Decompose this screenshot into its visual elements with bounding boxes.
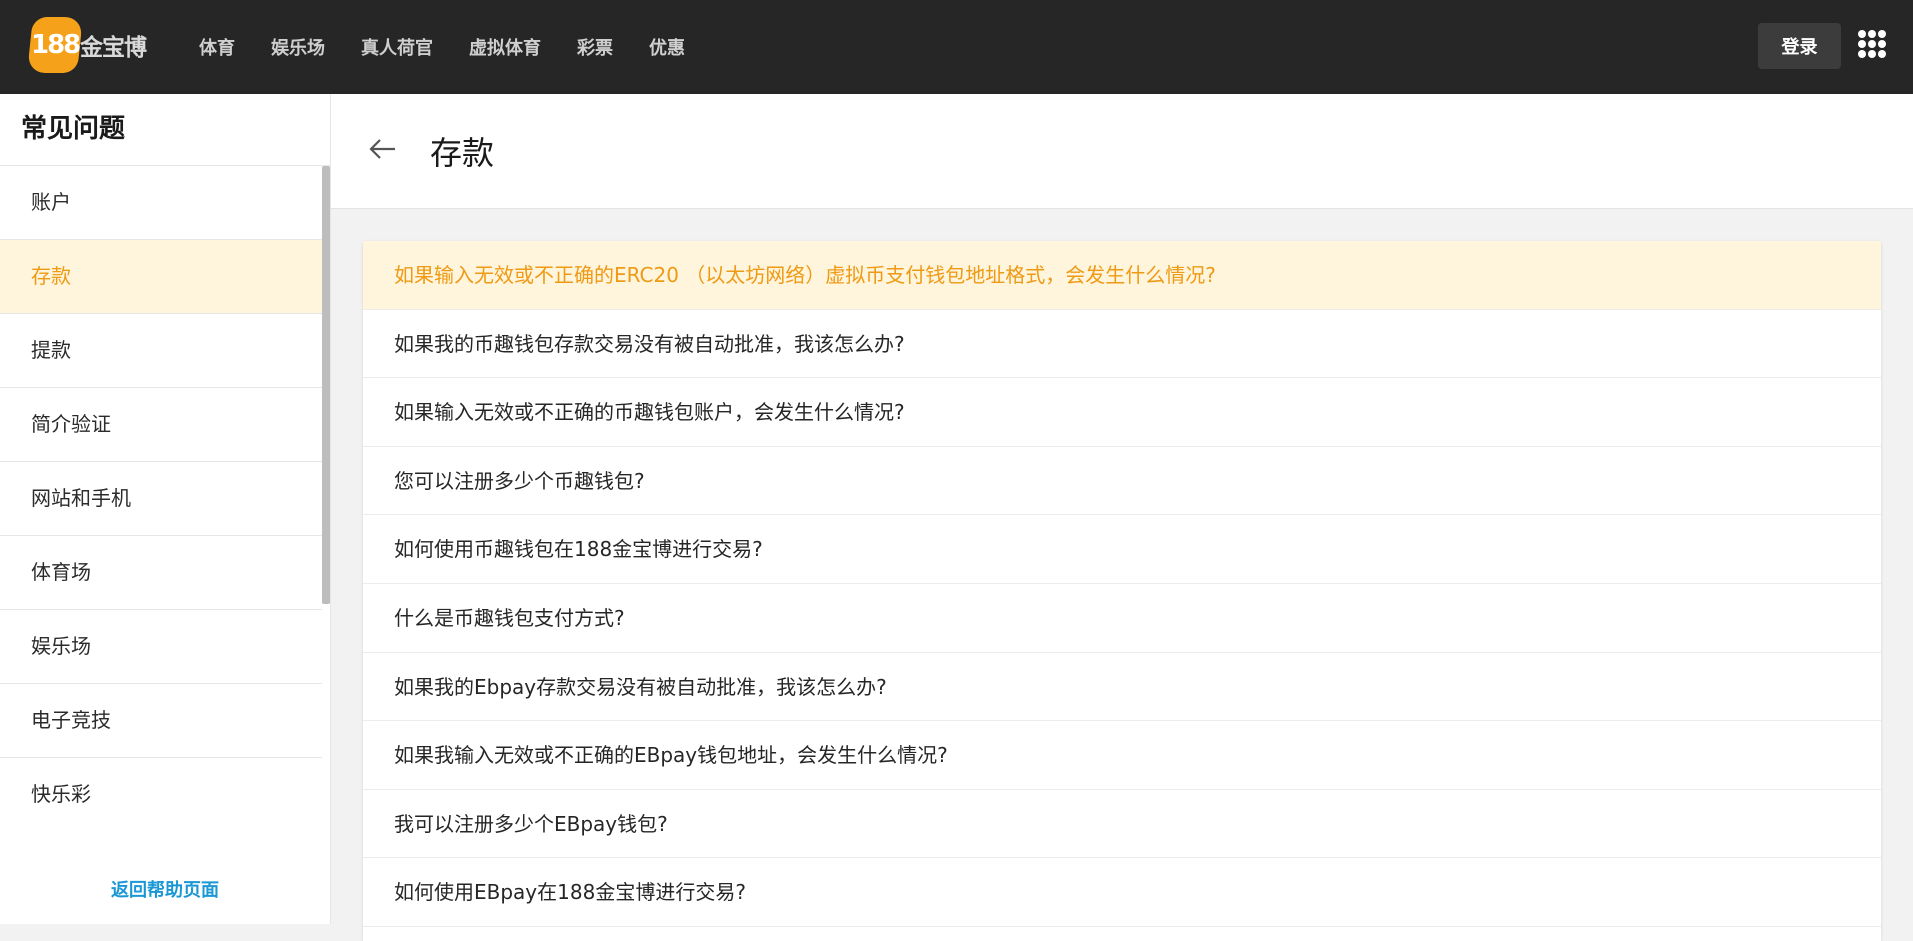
grid-dot [1858, 40, 1866, 48]
faq-item[interactable]: 如何使用币趣钱包在188金宝博进行交易? [363, 515, 1881, 584]
sidebar-item-casino[interactable]: 娱乐场 [0, 610, 322, 684]
faq-item[interactable]: 如果我的币趣钱包存款交易没有被自动批准，我该怎么办? [363, 310, 1881, 379]
grid-dot [1868, 40, 1876, 48]
nav-item-casino[interactable]: 娱乐场 [271, 34, 325, 60]
faq-sidebar: 常见问题 账户 存款 提款 简介验证 网站和手机 体育场 娱乐场 电子竞技 快乐… [0, 94, 331, 924]
back-to-help-link[interactable]: 返回帮助页面 [0, 876, 330, 902]
main-nav: 体育 娱乐场 真人荷官 虚拟体育 彩票 优惠 [199, 0, 721, 94]
grid-dot [1878, 30, 1886, 38]
faq-item[interactable]: 如果输入无效或不正确的ERC20 （以太坊网络）虚拟币支付钱包地址格式，会发生什… [363, 241, 1881, 310]
nav-item-lottery[interactable]: 彩票 [577, 34, 613, 60]
page-title: 存款 [430, 134, 495, 172]
faq-item[interactable]: 如果输入无效或不正确的币趣钱包账户，会发生什么情况? [363, 378, 1881, 447]
nav-item-virtual-sports[interactable]: 虚拟体育 [469, 34, 541, 60]
nav-item-sports[interactable]: 体育 [199, 34, 235, 60]
nav-item-live-dealer[interactable]: 真人荷官 [361, 34, 433, 60]
grid-dot [1878, 50, 1886, 58]
grid-dot [1868, 50, 1876, 58]
sidebar-item-account[interactable]: 账户 [0, 166, 322, 240]
sidebar-title: 常见问题 [0, 94, 330, 166]
top-navigation-bar: 188 金宝博 体育 娱乐场 真人荷官 虚拟体育 彩票 优惠 登录 [0, 0, 1913, 94]
sidebar-item-profile-verification[interactable]: 简介验证 [0, 388, 322, 462]
sidebar-item-deposit[interactable]: 存款 [0, 240, 322, 314]
faq-item[interactable]: 如果我的Ebpay存款交易没有被自动批准，我该怎么办? [363, 653, 1881, 722]
grid-apps-icon[interactable] [1858, 30, 1886, 58]
grid-dot [1878, 40, 1886, 48]
logo-badge: 188 [27, 17, 83, 73]
sidebar-category-list: 账户 存款 提款 简介验证 网站和手机 体育场 娱乐场 电子竞技 快乐彩 [0, 166, 322, 831]
faq-item[interactable]: 什么是币趣钱包支付方式? [363, 584, 1881, 653]
faq-list: 如果输入无效或不正确的ERC20 （以太坊网络）虚拟币支付钱包地址格式，会发生什… [363, 241, 1881, 941]
logo-text: 金宝博 [80, 35, 147, 61]
nav-item-promotions[interactable]: 优惠 [649, 34, 685, 60]
sidebar-item-website-mobile[interactable]: 网站和手机 [0, 462, 322, 536]
faq-item[interactable]: 您可以注册多少个币趣钱包? [363, 447, 1881, 516]
brand-logo[interactable]: 188 金宝博 [27, 16, 147, 74]
logo-number: 188 [30, 30, 80, 60]
sidebar-item-keno[interactable]: 快乐彩 [0, 758, 322, 831]
grid-dot [1858, 50, 1866, 58]
page-header: 存款 [331, 94, 1913, 209]
faq-item[interactable]: 如果我输入无效或不正确的EBpay钱包地址，会发生什么情况? [363, 721, 1881, 790]
faq-item[interactable]: 我可以注册多少个EBpay钱包? [363, 790, 1881, 859]
grid-dot [1858, 30, 1866, 38]
sidebar-item-esports[interactable]: 电子竞技 [0, 684, 322, 758]
arrow-left-icon[interactable] [365, 134, 399, 164]
sidebar-item-sports[interactable]: 体育场 [0, 536, 322, 610]
login-button[interactable]: 登录 [1758, 23, 1841, 69]
faq-item[interactable]: 如何使用EBpay在188金宝博进行交易? [363, 858, 1881, 927]
grid-dot [1868, 30, 1876, 38]
sidebar-item-withdrawal[interactable]: 提款 [0, 314, 322, 388]
sidebar-scrollbar[interactable] [322, 166, 330, 604]
